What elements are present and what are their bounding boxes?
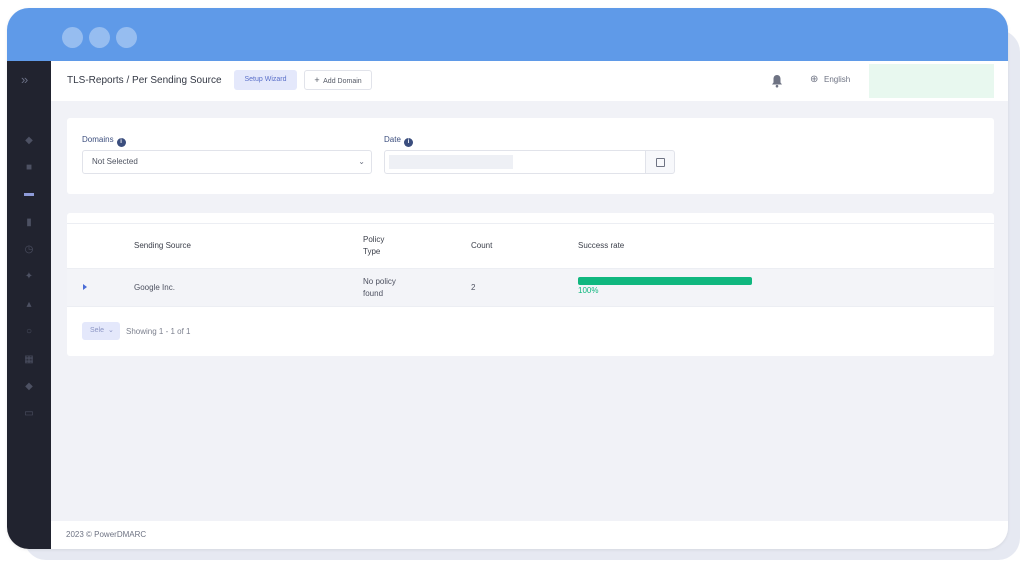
sidebar-reports-icon[interactable]: ▬ (24, 189, 34, 199)
info-icon[interactable]: i (116, 138, 126, 147)
page-size-label: Sele (90, 327, 105, 334)
date-range-value (389, 155, 513, 169)
column-sending-source[interactable]: Sending Source (134, 240, 191, 252)
table-row[interactable]: Google Inc. No policy found 2 100% (67, 268, 994, 307)
success-rate-text: 100% (578, 286, 599, 295)
top-header: TLS-Reports / Per Sending Source Setup W… (51, 61, 1008, 101)
sidebar-shield-icon[interactable]: ■ (24, 163, 34, 173)
column-policy-type-line2: Type (363, 247, 381, 256)
sidebar: » ◆ ■ ▬ ▮ ◷ ✦ ▴ ○ ▦ ◆ ▭ (7, 61, 51, 549)
row-policy-type: No policy found (363, 276, 396, 300)
date-label: Date (384, 135, 401, 144)
sidebar-diamond-icon[interactable]: ◆ (24, 382, 34, 392)
date-range-input[interactable] (384, 150, 646, 174)
sidebar-grid-icon[interactable]: ▦ (24, 355, 34, 365)
setup-wizard-button[interactable]: Setup Wizard (234, 70, 297, 90)
row-sending-source: Google Inc. (134, 283, 175, 292)
main-content: TLS-Reports / Per Sending Source Setup W… (51, 61, 1008, 549)
bell-icon[interactable] (771, 74, 783, 88)
footer: 2023 © PowerDMARC (51, 521, 1008, 549)
expand-row-icon[interactable] (83, 284, 87, 290)
sidebar-toggle-icon[interactable]: ▭ (24, 409, 34, 419)
table-header: Sending Source Policy Type Count Success… (67, 223, 994, 268)
sidebar-analytics-icon[interactable]: ▮ (24, 218, 34, 228)
pagination-summary: Showing 1 - 1 of 1 (126, 327, 191, 336)
sidebar-tools-icon[interactable]: ▴ (24, 300, 34, 310)
domains-label: Domains (82, 135, 114, 144)
success-rate-bar (578, 277, 752, 285)
info-icon[interactable]: i (403, 138, 413, 147)
plus-icon: + (314, 75, 320, 85)
row-policy-line2: found (363, 289, 384, 298)
add-domain-button[interactable]: + Add Domain (304, 70, 372, 90)
sidebar-monitor-icon[interactable]: ◷ (24, 245, 34, 255)
chevron-down-icon: ⌄ (358, 157, 365, 166)
column-count[interactable]: Count (471, 240, 492, 252)
globe-icon[interactable]: ⊕ (810, 75, 818, 85)
sidebar-circle-icon[interactable]: ○ (24, 327, 34, 337)
domains-select-value: Not Selected (92, 157, 138, 166)
sidebar-flow-icon[interactable]: ✦ (24, 272, 34, 282)
window-titlebar (7, 8, 1008, 61)
chevron-down-icon: ⌄ (107, 327, 114, 334)
column-success-rate[interactable]: Success rate (578, 240, 624, 252)
domains-label-group: Domains i (82, 135, 126, 147)
sending-source-table: Sending Source Policy Type Count Success… (67, 213, 994, 356)
calendar-button[interactable] (645, 150, 675, 174)
sidebar-dashboard-icon[interactable]: ◆ (24, 136, 34, 146)
row-policy-line1: No policy (363, 277, 396, 286)
sidebar-expand-icon[interactable]: » (21, 73, 28, 87)
window-maximize-dot[interactable] (116, 27, 137, 48)
filter-panel: Domains i Not Selected ⌄ Date i (67, 118, 994, 194)
column-policy-type-line1: Policy (363, 235, 385, 244)
column-policy-type[interactable]: Policy Type (363, 234, 384, 258)
success-rate-bar-fill (578, 277, 752, 285)
add-domain-label: Add Domain (323, 78, 362, 85)
calendar-icon (656, 158, 665, 167)
domains-select[interactable]: Not Selected ⌄ (82, 150, 372, 174)
copyright-text: 2023 © PowerDMARC (66, 530, 147, 539)
language-selector[interactable]: English (824, 75, 850, 84)
page-size-select[interactable]: Sele ⌄ (82, 322, 120, 340)
account-area[interactable] (869, 64, 994, 98)
date-label-group: Date i (384, 135, 413, 147)
window-close-dot[interactable] (62, 27, 83, 48)
row-count: 2 (471, 283, 476, 292)
page-title: TLS-Reports / Per Sending Source (67, 75, 222, 86)
app-window: » ◆ ■ ▬ ▮ ◷ ✦ ▴ ○ ▦ ◆ ▭ TLS-Reports / Pe… (7, 8, 1008, 549)
window-minimize-dot[interactable] (89, 27, 110, 48)
